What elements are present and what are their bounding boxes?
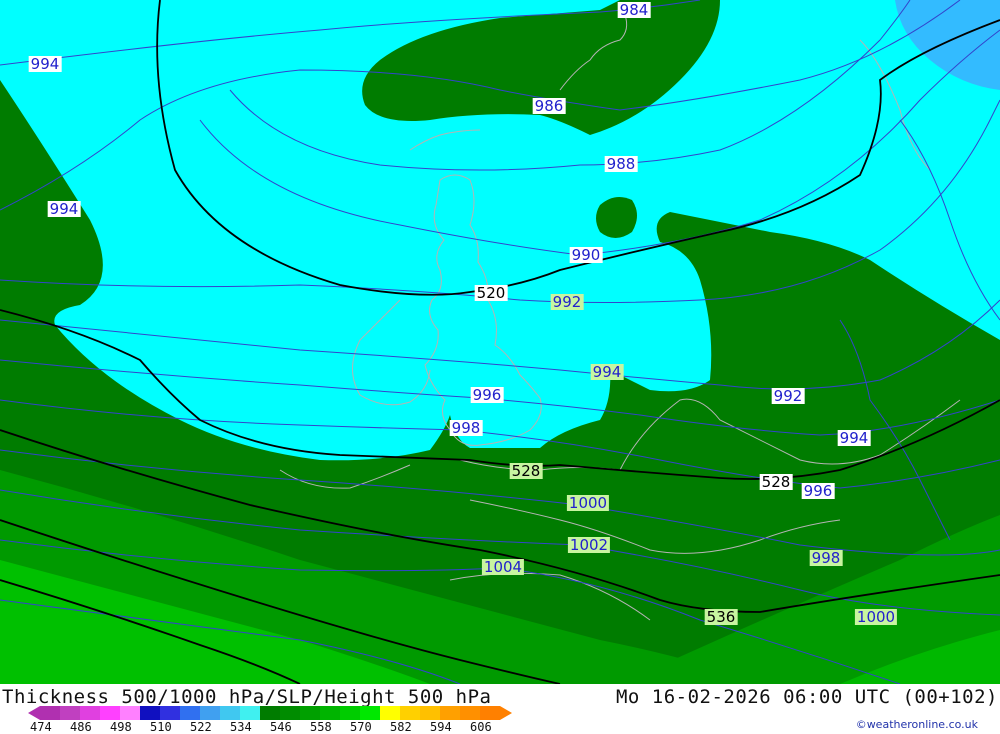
scale-swatch xyxy=(320,706,340,720)
scale-tick: 486 xyxy=(70,720,92,734)
map-footer: Thickness 500/1000 hPa/SLP/Height 500 hP… xyxy=(0,684,1000,734)
scale-tick: 498 xyxy=(110,720,132,734)
scale-tick: 534 xyxy=(230,720,252,734)
contour-label-990: 990 xyxy=(569,246,603,264)
contour-label-998: 998 xyxy=(449,419,483,437)
contour-label-996: 996 xyxy=(801,482,835,500)
scale-swatch xyxy=(220,706,240,720)
scale-swatch xyxy=(460,706,480,720)
scale-tick: 546 xyxy=(270,720,292,734)
contour-label-1000: 1000 xyxy=(854,608,898,626)
contour-label-994: 994 xyxy=(47,200,81,218)
contour-label-996: 996 xyxy=(470,386,504,404)
scale-swatch xyxy=(300,706,320,720)
contour-label-992: 992 xyxy=(550,293,584,311)
height-label-528: 528 xyxy=(759,473,793,491)
map-title: Thickness 500/1000 hPa/SLP/Height 500 hP… xyxy=(2,686,492,708)
color-scale-ticks: 474 486 498 510 522 534 546 558 570 582 594 606 xyxy=(30,720,510,734)
scale-swatch xyxy=(120,706,140,720)
scale-tick: 522 xyxy=(190,720,212,734)
contour-label-998: 998 xyxy=(809,549,843,567)
contour-label-994: 994 xyxy=(837,429,871,447)
scale-tick: 582 xyxy=(390,720,412,734)
contour-label-994: 994 xyxy=(28,55,62,73)
contour-label-988: 988 xyxy=(604,155,638,173)
scale-swatch xyxy=(160,706,180,720)
scale-swatch xyxy=(240,706,260,720)
scale-swatch xyxy=(260,706,280,720)
scale-swatch xyxy=(60,706,80,720)
scale-tick: 510 xyxy=(150,720,172,734)
contour-label-992: 992 xyxy=(771,387,805,405)
scale-swatch xyxy=(140,706,160,720)
height-label-536: 536 xyxy=(704,608,738,626)
contour-label-984: 984 xyxy=(617,1,651,19)
credit-link[interactable]: ©weatheronline.co.uk xyxy=(856,718,978,731)
scale-tick: 474 xyxy=(30,720,52,734)
scale-swatch xyxy=(100,706,120,720)
color-scale xyxy=(28,706,512,720)
scale-swatch xyxy=(200,706,220,720)
height-label-520: 520 xyxy=(474,284,508,302)
scale-swatch xyxy=(400,706,420,720)
contour-label-1000: 1000 xyxy=(566,494,610,512)
scale-swatch xyxy=(40,706,60,720)
valid-time: Mo 16-02-2026 06:00 UTC (00+102) xyxy=(615,686,998,708)
weather-map xyxy=(0,0,1000,684)
scale-swatch xyxy=(280,706,300,720)
scale-swatch xyxy=(420,706,440,720)
scale-swatch xyxy=(480,706,500,720)
height-label-528: 528 xyxy=(509,462,543,480)
scale-swatch xyxy=(440,706,460,720)
scale-tick: 570 xyxy=(350,720,372,734)
scale-tick: 558 xyxy=(310,720,332,734)
scale-tick: 606 xyxy=(470,720,492,734)
scale-tick: 594 xyxy=(430,720,452,734)
scale-swatch xyxy=(380,706,400,720)
contour-label-994: 994 xyxy=(590,363,624,381)
scale-swatch xyxy=(80,706,100,720)
scale-swatch xyxy=(340,706,360,720)
scale-arrow-right xyxy=(500,706,512,720)
scale-swatch xyxy=(360,706,380,720)
contour-label-1002: 1002 xyxy=(567,536,611,554)
contour-label-1004: 1004 xyxy=(481,558,525,576)
contour-label-986: 986 xyxy=(532,97,566,115)
scale-arrow-left xyxy=(28,706,40,720)
scale-swatch xyxy=(180,706,200,720)
